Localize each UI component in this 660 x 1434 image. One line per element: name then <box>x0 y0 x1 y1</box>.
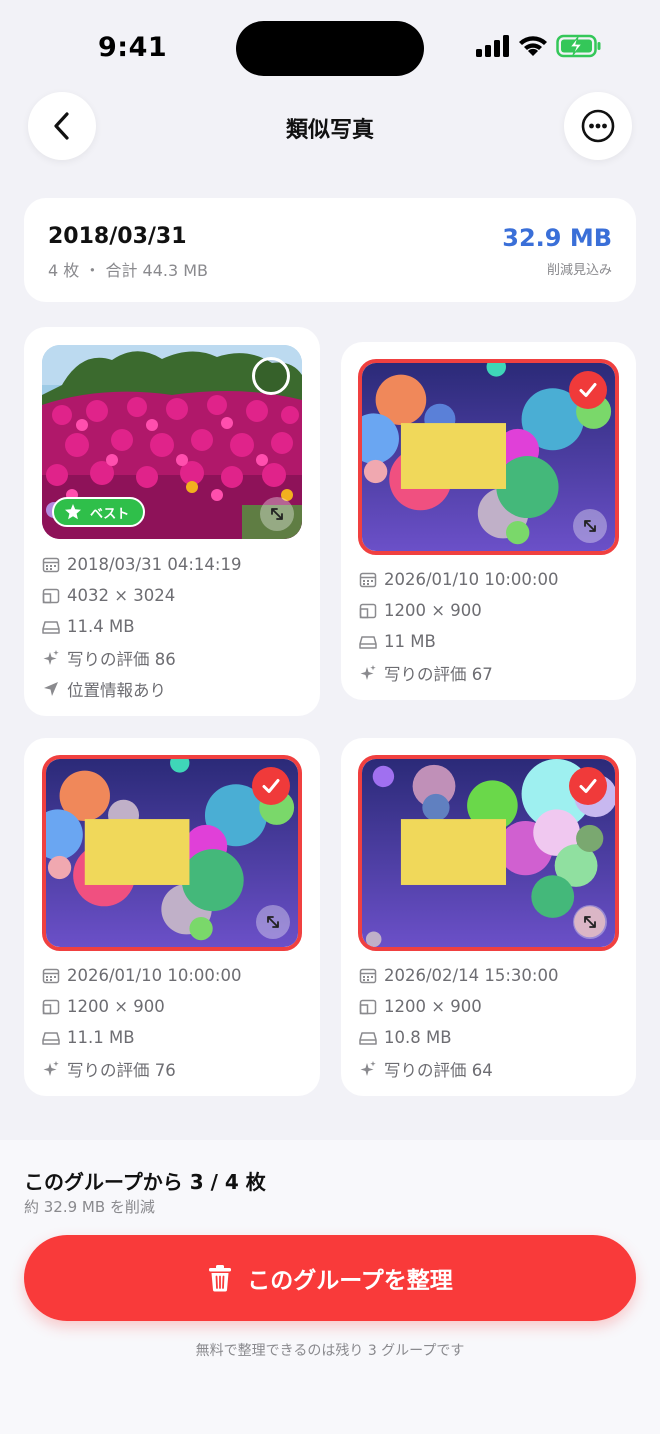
expand-button[interactable] <box>256 905 290 939</box>
photo-card[interactable]: 2026/02/14 15:30:00 1200 × 900 10.8 MB 写… <box>341 738 636 1096</box>
meta-dimensions: 1200 × 900 <box>359 991 619 1022</box>
status-icons <box>476 34 602 58</box>
select-toggle[interactable] <box>252 767 290 805</box>
meta-datetime: 2026/01/10 10:00:00 <box>359 564 619 595</box>
storage-icon <box>42 620 60 634</box>
meta-dimensions: 1200 × 900 <box>42 991 302 1022</box>
photo-meta-list: 2018/03/31 04:14:19 4032 × 3024 11.4 MB … <box>42 549 302 704</box>
page-title: 類似写真 <box>285 118 374 143</box>
photo-meta-list: 2026/01/10 10:00:00 1200 × 900 11 MB 写りの… <box>359 564 619 688</box>
group-date: 2018/03/31 <box>48 224 187 249</box>
photo-thumbnail[interactable] <box>358 755 619 951</box>
expand-icon <box>271 508 283 520</box>
wifi-icon <box>519 36 547 56</box>
meta-score: 写りの評価 86 <box>42 642 302 673</box>
calendar-icon <box>42 557 60 572</box>
select-toggle[interactable] <box>569 767 607 805</box>
selection-savings: 約 32.9 MB を削減 <box>24 1198 155 1216</box>
photo-thumbnail[interactable] <box>358 359 619 555</box>
meta-score: 写りの評価 67 <box>359 657 619 688</box>
storage-icon <box>42 1031 60 1045</box>
navigation-bar: 類似写真 <box>0 92 660 162</box>
storage-icon <box>359 1031 377 1045</box>
calendar-icon <box>359 968 377 983</box>
meta-datetime: 2026/01/10 10:00:00 <box>42 960 302 991</box>
expand-icon <box>584 916 596 928</box>
expand-icon <box>584 520 596 532</box>
more-button[interactable] <box>564 92 632 160</box>
star-icon <box>65 504 81 520</box>
group-meta: 4 枚 ・ 合計 44.3 MB <box>48 261 209 280</box>
expand-button[interactable] <box>260 497 294 531</box>
dynamic-island <box>236 21 424 76</box>
photo-card[interactable]: 2026/01/10 10:00:00 1200 × 900 11 MB 写りの… <box>341 342 636 700</box>
photo-meta-list: 2026/01/10 10:00:00 1200 × 900 11.1 MB 写… <box>42 960 302 1084</box>
best-badge: ベスト <box>52 497 146 527</box>
meta-score: 写りの評価 76 <box>42 1053 302 1084</box>
meta-size: 11.4 MB <box>42 611 302 642</box>
sparkles-icon <box>360 1060 376 1076</box>
free-quota-note: 無料で整理できるのは残り 3 グループです <box>195 1343 465 1359</box>
checkmark-icon <box>579 383 597 397</box>
dimensions-icon <box>359 999 377 1014</box>
signal-icon <box>476 35 509 57</box>
meta-score: 写りの評価 64 <box>359 1053 619 1084</box>
storage-icon <box>359 635 377 649</box>
photo-card[interactable]: 2026/01/10 10:00:00 1200 × 900 11.1 MB 写… <box>24 738 320 1096</box>
meta-datetime: 2026/02/14 15:30:00 <box>359 960 619 991</box>
group-summary-card: 2018/03/31 4 枚 ・ 合計 44.3 MB 32.9 MB 削減見込… <box>24 198 636 302</box>
meta-size: 10.8 MB <box>359 1022 619 1053</box>
location-arrow-icon <box>44 681 58 696</box>
dimensions-icon <box>42 999 60 1014</box>
dimensions-icon <box>42 588 60 603</box>
meta-size: 11.1 MB <box>42 1022 302 1053</box>
meta-size: 11 MB <box>359 626 619 657</box>
meta-location: 位置情報あり <box>42 673 302 704</box>
dimensions-icon <box>359 603 377 618</box>
checkmark-icon <box>262 779 280 793</box>
meta-datetime: 2018/03/31 04:14:19 <box>42 549 302 580</box>
expand-button[interactable] <box>573 905 607 939</box>
savings-label: 削減見込み <box>546 263 612 278</box>
selection-count: このグループから 3 / 4 枚 <box>24 1170 266 1194</box>
organize-button-label: このグループを整理 <box>247 1268 453 1294</box>
select-toggle[interactable] <box>569 371 607 409</box>
bottom-action-panel: このグループから 3 / 4 枚 約 32.9 MB を削減 このグループを整理… <box>0 1140 660 1434</box>
best-label: ベスト <box>90 506 130 522</box>
trash-icon <box>209 1265 232 1292</box>
calendar-icon <box>359 572 377 587</box>
sparkles-icon <box>360 664 376 680</box>
sparkles-icon <box>43 649 59 665</box>
select-toggle[interactable] <box>252 357 290 395</box>
checkmark-icon <box>579 779 597 793</box>
organize-group-button[interactable]: このグループを整理 <box>24 1235 636 1321</box>
status-time: 9:41 <box>98 32 168 63</box>
meta-dimensions: 1200 × 900 <box>359 595 619 626</box>
battery-charging-icon <box>556 34 601 58</box>
savings-amount: 32.9 MB <box>502 224 612 252</box>
status-bar: 9:41 <box>0 0 660 96</box>
photo-meta-list: 2026/02/14 15:30:00 1200 × 900 10.8 MB 写… <box>359 960 619 1084</box>
meta-dimensions: 4032 × 3024 <box>42 580 302 611</box>
photo-thumbnail[interactable]: ベスト <box>42 345 302 539</box>
calendar-icon <box>42 968 60 983</box>
photo-thumbnail[interactable] <box>42 755 302 951</box>
expand-button[interactable] <box>573 509 607 543</box>
photo-card[interactable]: ベスト 2018/03/31 04:14:19 4032 × 3024 11.4… <box>24 327 320 716</box>
more-icon <box>581 109 615 143</box>
sparkles-icon <box>43 1060 59 1076</box>
expand-icon <box>267 916 279 928</box>
